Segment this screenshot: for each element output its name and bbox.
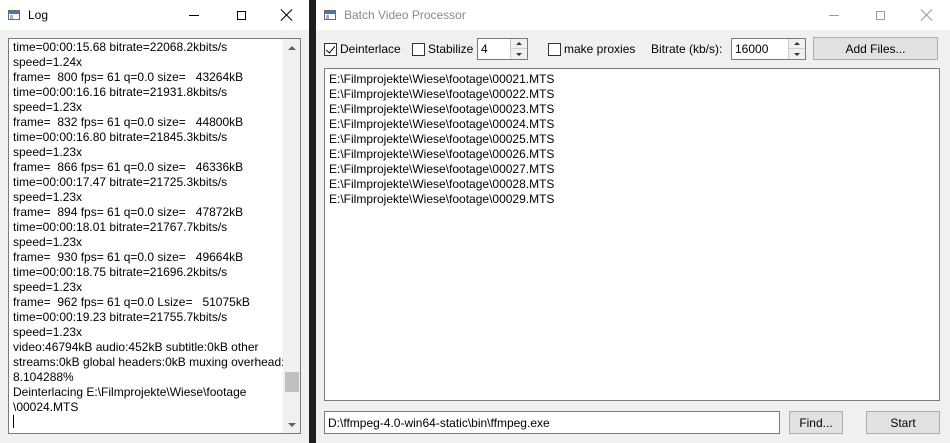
log-line: time=00:00:18.01 bitrate=21767.7kbits/s [13, 220, 228, 234]
close-icon [921, 9, 933, 21]
bitrate-decrement-button[interactable] [789, 49, 805, 59]
close-icon [281, 9, 293, 21]
log-line: frame= 894 fps= 61 q=0.0 size= 47872kB [13, 205, 244, 219]
add-files-button[interactable]: Add Files... [813, 37, 938, 60]
list-item[interactable]: E:\Filmprojekte\Wiese\footage\00022.MTS [329, 87, 935, 102]
log-minimize-button[interactable] [171, 0, 217, 30]
deinterlace-checkbox[interactable]: Deinterlace [324, 41, 401, 57]
stabilize-spin-buttons [510, 39, 527, 59]
file-list[interactable]: E:\Filmprojekte\Wiese\footage\00021.MTS E… [324, 68, 940, 401]
ffmpeg-path-input[interactable] [328, 416, 768, 430]
log-line: frame= 866 fps= 61 q=0.0 size= 46336kB [13, 160, 244, 174]
window-app-icon [324, 10, 336, 20]
ffmpeg-path-field[interactable] [324, 411, 780, 434]
log-line: \00024.MTS [13, 400, 79, 414]
list-item[interactable]: E:\Filmprojekte\Wiese\footage\00023.MTS [329, 102, 935, 117]
window-app-icon [8, 10, 20, 20]
main-minimize-button[interactable] [811, 0, 857, 30]
minimize-icon [829, 14, 839, 16]
log-line: time=00:00:15.68 bitrate=22068.2kbits/s [13, 40, 228, 54]
log-titlebar[interactable]: Log [0, 0, 309, 30]
list-item[interactable]: E:\Filmprojekte\Wiese\footage\00026.MTS [329, 147, 935, 162]
bitrate-value-input[interactable] [735, 42, 795, 56]
main-window-title: Batch Video Processor [344, 8, 466, 22]
chevron-up-icon [288, 45, 296, 50]
main-close-button[interactable] [904, 0, 950, 30]
log-line: frame= 800 fps= 61 q=0.0 size= 43264kB [13, 70, 244, 84]
list-item[interactable]: E:\Filmprojekte\Wiese\footage\00025.MTS [329, 132, 935, 147]
stabilize-spinbox[interactable] [477, 38, 541, 60]
chevron-down-icon [794, 52, 800, 56]
maximize-icon [236, 10, 246, 20]
log-line: time=00:00:16.80 bitrate=21845.3kbits/s [13, 130, 228, 144]
stabilize-checkbox[interactable]: Stabilize [412, 41, 473, 57]
stabilize-checkbox-box[interactable] [412, 42, 425, 56]
chevron-down-icon [288, 422, 296, 427]
bitrate-increment-button[interactable] [789, 39, 805, 49]
log-line: time=00:00:17.47 bitrate=21725.3kbits/s [13, 175, 228, 189]
log-line: Deinterlacing E:\Filmprojekte\Wiese\foot… [13, 385, 247, 399]
log-text: time=00:00:15.68 bitrate=22068.2kbits/s … [13, 40, 285, 431]
log-line: time=00:00:18.75 bitrate=21696.2kbits/s [13, 265, 228, 279]
log-line: time=00:00:19.23 bitrate=21755.7kbits/s [13, 310, 228, 324]
find-button[interactable]: Find... [789, 411, 843, 434]
minimize-icon [189, 14, 199, 16]
log-line: frame= 832 fps= 61 q=0.0 size= 44800kB [13, 115, 244, 129]
log-line: speed=1.23x [13, 145, 83, 159]
make-proxies-checkbox[interactable]: make proxies [548, 41, 635, 57]
chevron-down-icon [516, 52, 522, 56]
log-line: frame= 962 fps= 61 q=0.0 Lsize= 51075kB [13, 295, 250, 309]
maximize-icon [875, 10, 885, 20]
deinterlace-checkbox-box[interactable] [324, 42, 337, 56]
stabilize-label: Stabilize [428, 42, 474, 56]
log-line: speed=1.23x [13, 280, 83, 294]
main-titlebar[interactable]: Batch Video Processor [316, 0, 950, 30]
list-item[interactable]: E:\Filmprojekte\Wiese\footage\00021.MTS [329, 72, 935, 87]
scroll-up-button[interactable] [284, 39, 300, 56]
log-line: time=00:00:16.16 bitrate=21931.8kbits/s [13, 85, 228, 99]
scrollbar-thumb[interactable] [285, 372, 299, 393]
list-item[interactable]: E:\Filmprojekte\Wiese\footage\00024.MTS [329, 117, 935, 132]
stabilize-decrement-button[interactable] [511, 49, 527, 59]
bitrate-label: Bitrate (kb/s): [651, 42, 723, 56]
make-proxies-label: make proxies [564, 42, 636, 56]
batch-processor-window: Batch Video Processor Deinterlace Stabil… [316, 0, 950, 443]
log-line: speed=1.23x [13, 325, 83, 339]
log-line: speed=1.23x [13, 235, 83, 249]
log-window-title: Log [28, 8, 49, 22]
log-line: speed=1.23x [13, 190, 83, 204]
log-line: frame= 930 fps= 61 q=0.0 size= 49664kB [13, 250, 244, 264]
log-textarea[interactable]: time=00:00:15.68 bitrate=22068.2kbits/s … [8, 38, 301, 434]
log-line: speed=1.24x [13, 55, 83, 69]
log-line: video:46794kB audio:452kB subtitle:0kB o… [13, 340, 259, 354]
log-close-button[interactable] [264, 0, 309, 30]
list-item[interactable]: E:\Filmprojekte\Wiese\footage\00028.MTS [329, 177, 935, 192]
list-item[interactable]: E:\Filmprojekte\Wiese\footage\00029.MTS [329, 192, 935, 207]
text-caret [13, 415, 14, 428]
log-line: 8.104288% [13, 370, 74, 384]
bitrate-spinbox[interactable] [731, 38, 806, 60]
main-maximize-button[interactable] [857, 0, 903, 30]
deinterlace-label: Deinterlace [340, 42, 401, 56]
log-window: Log time=00:00:15.68 bitrate=22068.2kbit… [0, 0, 309, 443]
stabilize-increment-button[interactable] [511, 39, 527, 49]
scroll-down-button[interactable] [284, 416, 300, 433]
chevron-up-icon [794, 42, 800, 45]
make-proxies-checkbox-box[interactable] [548, 42, 561, 56]
start-button[interactable]: Start [866, 411, 940, 434]
log-line: streams:0kB global headers:0kB muxing ov… [13, 355, 285, 369]
log-line: speed=1.23x [13, 100, 83, 114]
log-scrollbar[interactable] [283, 39, 300, 433]
log-maximize-button[interactable] [218, 0, 264, 30]
chevron-up-icon [516, 42, 522, 45]
list-item[interactable]: E:\Filmprojekte\Wiese\footage\00027.MTS [329, 162, 935, 177]
bitrate-spin-buttons [788, 39, 805, 59]
